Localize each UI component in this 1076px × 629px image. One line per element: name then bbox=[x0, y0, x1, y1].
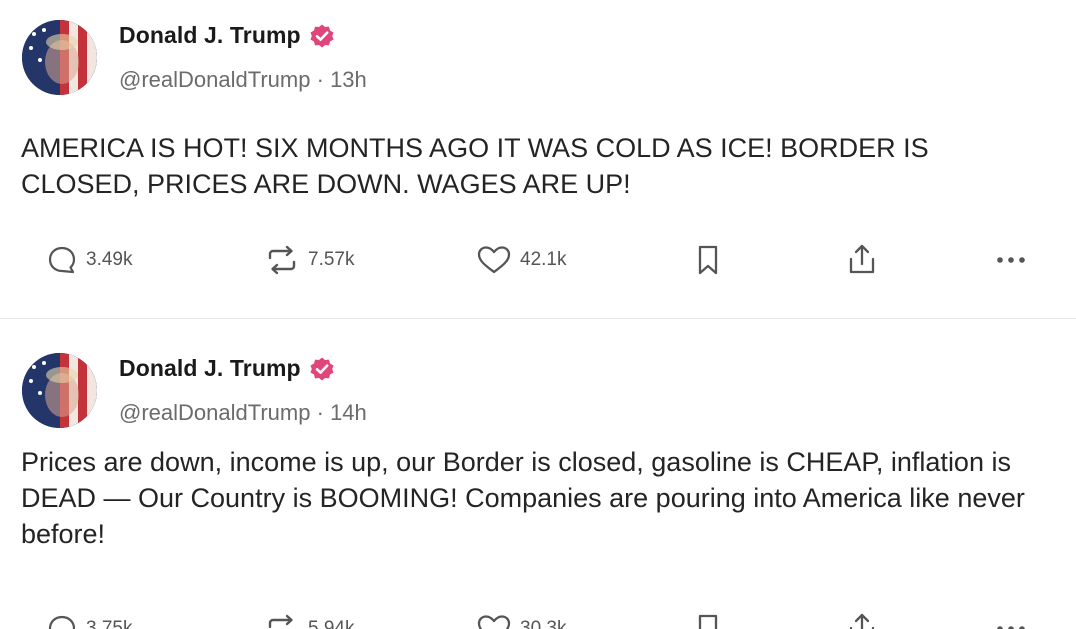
avatar[interactable] bbox=[22, 20, 97, 95]
separator: · bbox=[316, 67, 324, 92]
speech-bubble-icon bbox=[46, 244, 78, 276]
bookmark-icon bbox=[693, 243, 723, 277]
handle-row: @realDonaldTrump · 13h bbox=[119, 67, 367, 93]
reply-count: 3.49k bbox=[86, 249, 133, 270]
more-options-button[interactable] bbox=[994, 609, 1030, 629]
bookmark-icon bbox=[693, 612, 723, 629]
repost-button[interactable]: 7.57k bbox=[264, 240, 354, 280]
action-bar: 3.49k 7.57k 42.1k bbox=[0, 240, 1076, 280]
heart-icon bbox=[476, 613, 512, 629]
post-text: AMERICA IS HOT! SIX MONTHS AGO IT WAS CO… bbox=[21, 133, 929, 199]
verified-badge-icon bbox=[309, 356, 335, 382]
post-time[interactable]: 14h bbox=[330, 400, 367, 425]
separator: · bbox=[316, 400, 324, 425]
more-options-button[interactable] bbox=[994, 240, 1030, 280]
author-row: Donald J. Trump bbox=[119, 355, 335, 382]
more-dots-icon bbox=[994, 619, 1030, 629]
like-button[interactable]: 42.1k bbox=[476, 240, 566, 280]
post-time[interactable]: 13h bbox=[330, 67, 367, 92]
reply-button[interactable]: 3.75k bbox=[46, 609, 132, 629]
more-dots-icon bbox=[994, 250, 1030, 270]
repost-count: 5.94k bbox=[308, 618, 355, 629]
repost-arrows-icon bbox=[264, 613, 300, 629]
speech-bubble-icon bbox=[46, 613, 78, 629]
repost-arrows-icon bbox=[264, 244, 300, 276]
like-count: 30.3k bbox=[520, 618, 567, 629]
like-count: 42.1k bbox=[520, 249, 567, 270]
share-upload-icon bbox=[845, 242, 879, 278]
author-name[interactable]: Donald J. Trump bbox=[119, 355, 301, 382]
repost-button[interactable]: 5.94k bbox=[264, 609, 354, 629]
post-feed: Donald J. Trump @realDonaldTrump · 13h A… bbox=[0, 0, 1076, 629]
bookmark-button[interactable] bbox=[693, 609, 723, 629]
share-upload-icon bbox=[845, 611, 879, 629]
heart-icon bbox=[476, 244, 512, 276]
action-bar: 3.75k 5.94k 30.3k bbox=[0, 609, 1076, 629]
reply-count: 3.75k bbox=[86, 618, 133, 629]
post-text: Prices are down, income is up, our Borde… bbox=[21, 447, 1025, 549]
author-handle[interactable]: @realDonaldTrump bbox=[119, 400, 310, 425]
like-button[interactable]: 30.3k bbox=[476, 609, 566, 629]
avatar[interactable] bbox=[22, 353, 97, 428]
reply-button[interactable]: 3.49k bbox=[46, 240, 132, 280]
post[interactable]: Donald J. Trump @realDonaldTrump · 13h A… bbox=[0, 0, 1076, 318]
author-handle[interactable]: @realDonaldTrump bbox=[119, 67, 310, 92]
repost-count: 7.57k bbox=[308, 249, 355, 270]
share-button[interactable] bbox=[845, 609, 879, 629]
handle-row: @realDonaldTrump · 14h bbox=[119, 400, 367, 426]
verified-badge-icon bbox=[309, 23, 335, 49]
author-row: Donald J. Trump bbox=[119, 22, 335, 49]
bookmark-button[interactable] bbox=[693, 240, 723, 280]
share-button[interactable] bbox=[845, 240, 879, 280]
post[interactable]: Donald J. Trump @realDonaldTrump · 14h P… bbox=[0, 318, 1076, 629]
author-name[interactable]: Donald J. Trump bbox=[119, 22, 301, 49]
